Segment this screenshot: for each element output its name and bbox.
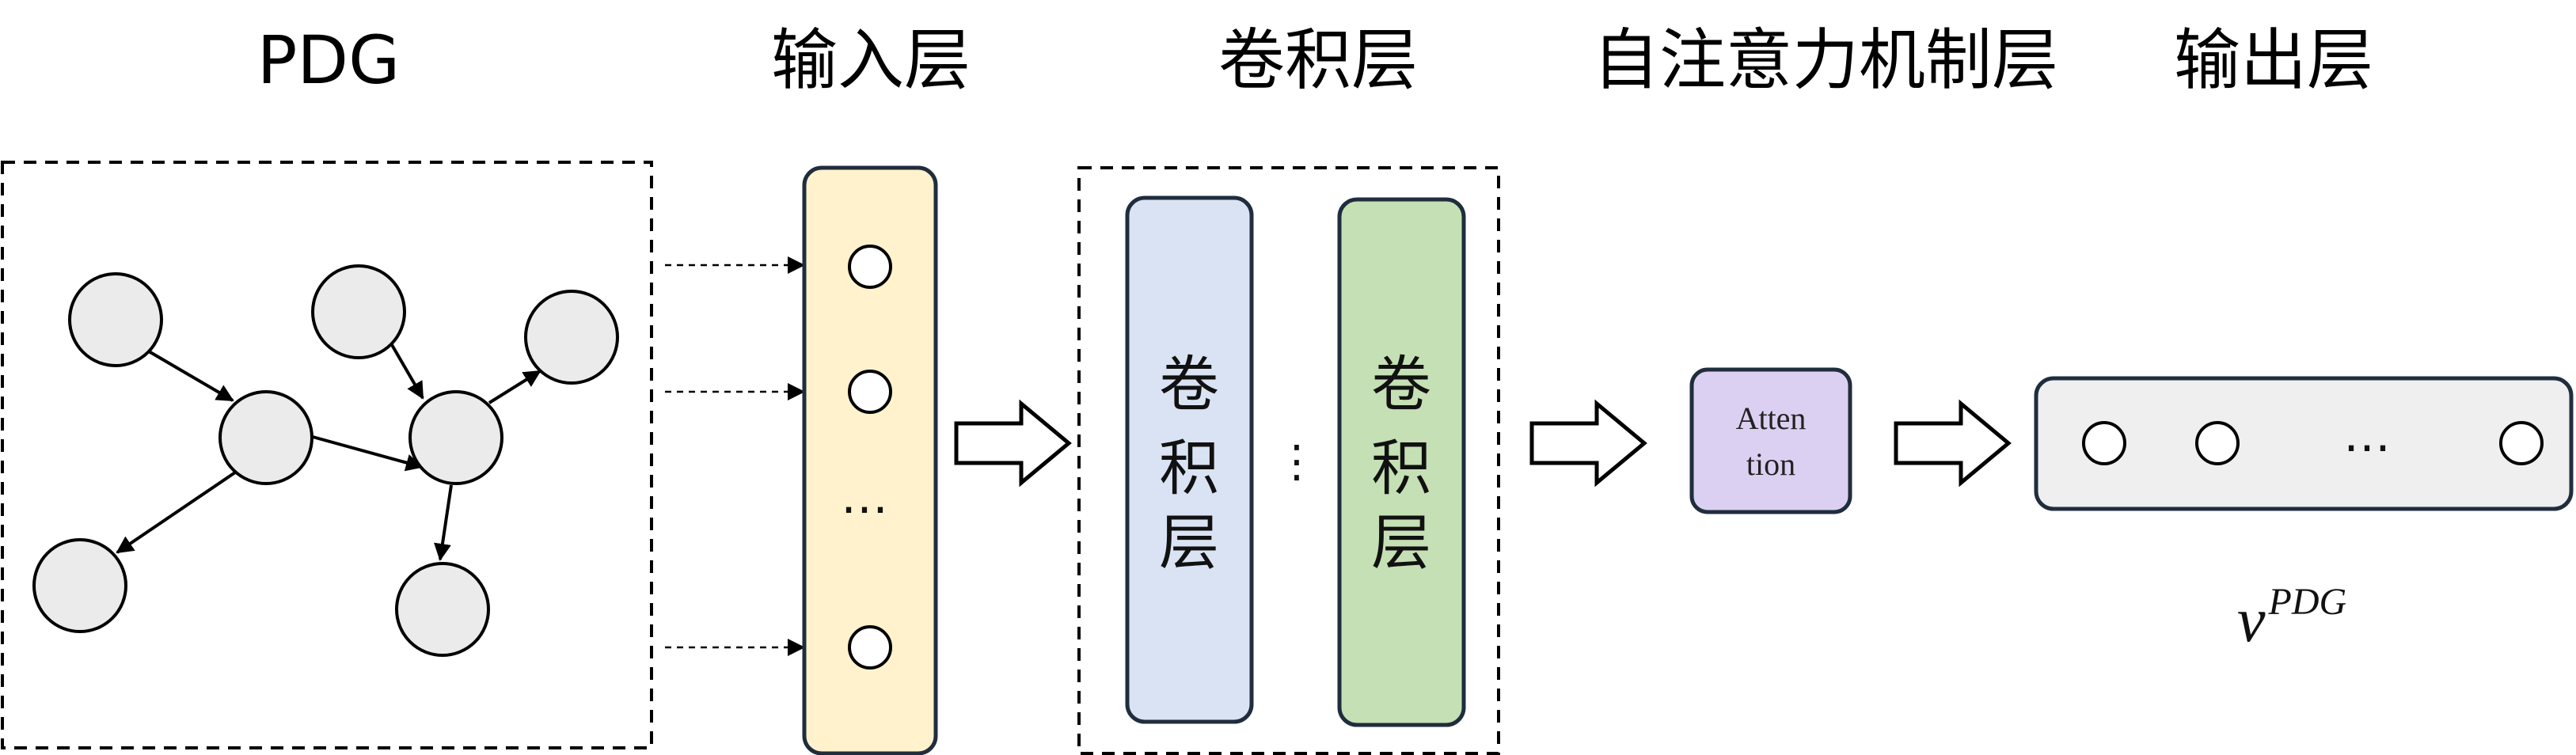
header-attention-layer: 自注意力机制层 [1593, 21, 2058, 99]
input-neuron [848, 625, 892, 670]
pdg-edge [147, 350, 234, 402]
conv-block-2-char: 卷 [1371, 349, 1431, 419]
conv-gap-dots: ⋮ [1275, 436, 1319, 488]
output-neuron [2195, 421, 2240, 465]
pdg-edge [488, 370, 541, 404]
pdg-node [32, 538, 127, 633]
output-vector-superscript: PDG [2268, 581, 2347, 623]
pdg-node [408, 390, 503, 485]
attention-label-line1: Atten [1736, 400, 1807, 436]
output-vector-label: v PDG [2237, 581, 2346, 655]
graph-to-input-arrows [665, 256, 805, 656]
pdg-edge [389, 342, 424, 400]
attention-box [1689, 367, 1852, 514]
pdg-edge [312, 435, 424, 472]
input-ellipsis: … [841, 469, 888, 525]
output-vector-base: v [2237, 586, 2266, 655]
conv-block-1-char: 卷 [1159, 349, 1219, 419]
block-arrow-input-to-conv [954, 399, 1072, 488]
header-pdg: PDG [257, 21, 400, 99]
conv-block-1-char: 层 [1159, 507, 1219, 578]
conv-block-2-char: 积 [1371, 433, 1431, 503]
pdg-node [311, 264, 406, 359]
input-neuron [848, 245, 892, 289]
header-output-layer: 输出层 [2174, 21, 2373, 99]
block-arrow-attention-to-output [1894, 399, 2012, 488]
architecture-diagram: PDG 输入层 卷积层 自注意力机制层 输出层 … 卷 积 层 卷 积 层 ⋮ … [1, 21, 2574, 755]
header-input-layer: 输入层 [771, 21, 971, 99]
attention-label-line2: tion [1746, 446, 1795, 482]
output-ellipsis: … [2343, 408, 2391, 463]
pdg-node [68, 272, 163, 367]
block-arrow-conv-to-attention [1529, 399, 1647, 488]
input-neuron [848, 370, 892, 414]
pdg-node [524, 290, 619, 385]
pdg-edge [116, 471, 237, 554]
pdg-edge [434, 484, 453, 561]
output-neuron [2082, 421, 2126, 465]
conv-block-2-char: 层 [1371, 507, 1431, 578]
pdg-node [395, 562, 490, 657]
conv-block-1-char: 积 [1159, 433, 1219, 503]
pdg-node [218, 390, 313, 485]
pdg-nodes [32, 264, 619, 657]
header-conv-layer: 卷积层 [1218, 21, 1418, 99]
pdg-graph-panel [1, 161, 653, 749]
output-neuron [2499, 421, 2544, 465]
